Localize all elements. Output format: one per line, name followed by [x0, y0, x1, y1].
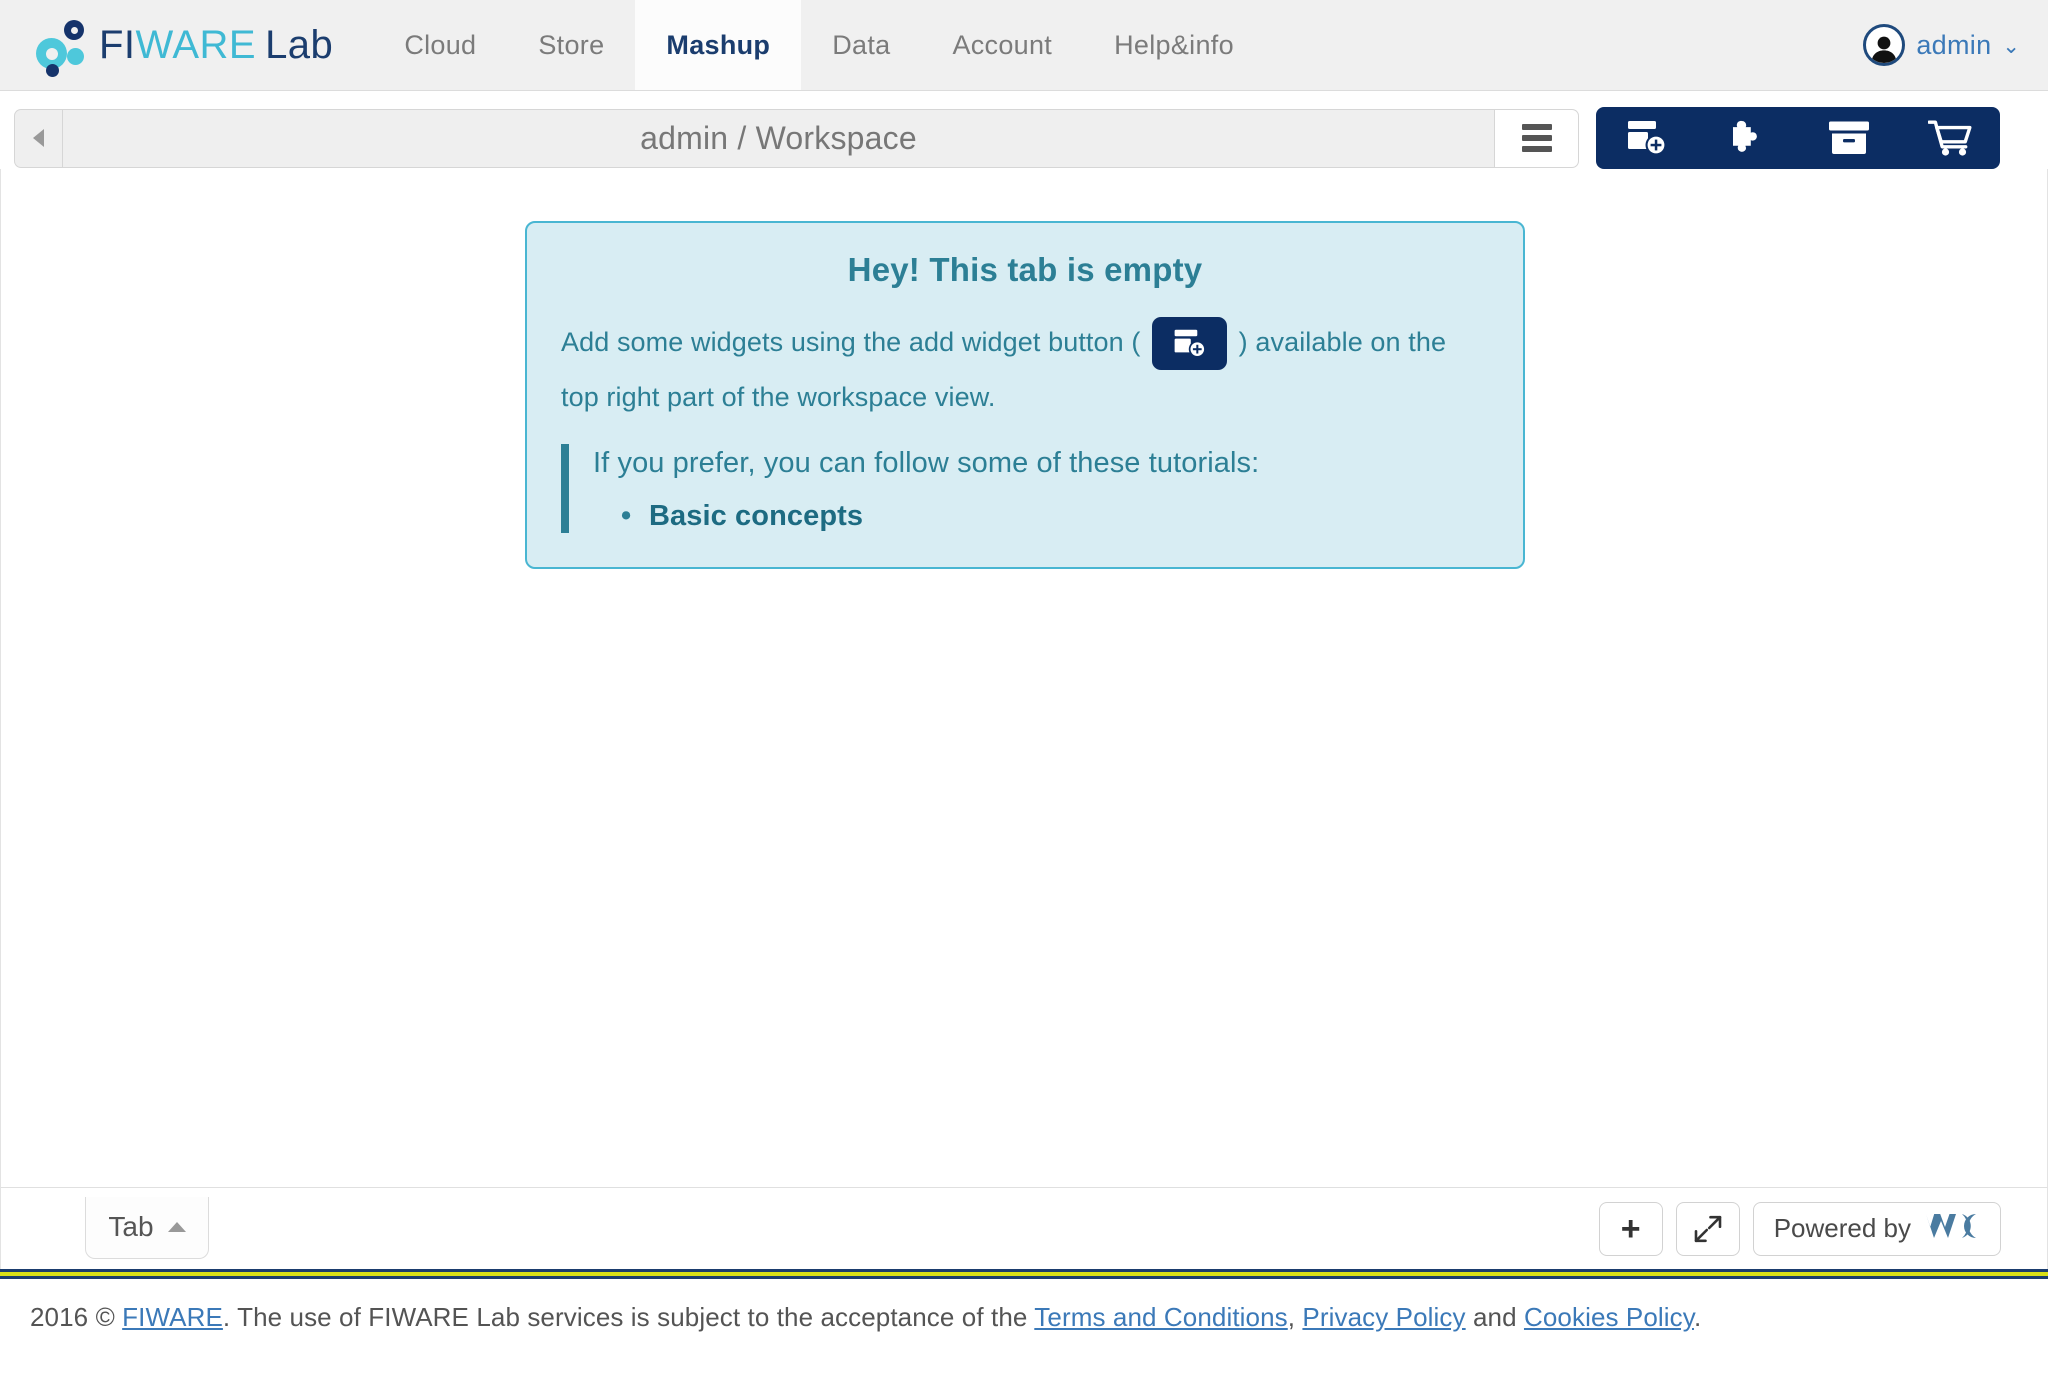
- tutorials-intro: If you prefer, you can follow some of th…: [593, 447, 1260, 480]
- hamburger-icon: [1521, 124, 1552, 152]
- shopping-cart-icon: [1927, 119, 1972, 157]
- stripe-navy-bottom: [0, 1276, 2048, 1279]
- brand-stripe: [0, 1269, 2048, 1279]
- triangle-up-icon: [167, 1222, 186, 1232]
- nav-item-store[interactable]: Store: [507, 0, 635, 90]
- tutorials-list: Basic concepts: [593, 500, 1489, 533]
- user-menu[interactable]: admin ⌄: [1843, 0, 2048, 90]
- fiware-logo-icon: [34, 17, 86, 77]
- brand-ware: WARE: [135, 22, 257, 67]
- fullscreen-button[interactable]: [1675, 1201, 1740, 1256]
- add-tab-button[interactable]: +: [1598, 1201, 1663, 1256]
- wirecloud-logo-icon: [1924, 1209, 1980, 1248]
- tab-bar: Tab + Powered by: [0, 1187, 2048, 1269]
- empty-tab-alert: Hey! This tab is empty Add some widgets …: [525, 221, 1525, 569]
- page-footer: 2016 © FIWARE. The use of FIWARE Lab ser…: [0, 1279, 2048, 1355]
- workspace-title-bar[interactable]: admin / Workspace: [62, 108, 1495, 168]
- wiring-button[interactable]: [1697, 107, 1798, 169]
- description-text-before: Add some widgets using the add widget bu…: [561, 327, 1149, 357]
- brand-lab: Lab: [265, 22, 334, 67]
- powered-by-label: Powered by: [1773, 1213, 1911, 1243]
- marketplace-button[interactable]: [1899, 107, 2000, 169]
- workspace-title: admin / Workspace: [640, 119, 917, 156]
- puzzle-piece-icon: [1728, 119, 1768, 157]
- chevron-double-down-icon: ⌄: [2002, 35, 2020, 58]
- top-navbar: FIWARE Lab Cloud Store Mashup Data Accoun…: [0, 0, 2048, 91]
- collapse-sidebar-button[interactable]: [14, 108, 62, 168]
- footer-mid-3: and: [1465, 1301, 1524, 1332]
- footer-mid-1: . The use of FIWARE Lab services is subj…: [222, 1301, 1035, 1332]
- footer-link-terms[interactable]: Terms and Conditions: [1034, 1302, 1287, 1332]
- empty-tab-title: Hey! This tab is empty: [847, 251, 1203, 288]
- workspace-canvas: Hey! This tab is empty Add some widgets …: [0, 169, 2048, 1187]
- nav-item-data[interactable]: Data: [801, 0, 921, 90]
- main-nav: Cloud Store Mashup Data Account Help&inf…: [373, 0, 1265, 90]
- add-widget-icon: [1173, 328, 1207, 359]
- footer-text: 2016 © FIWARE. The use of FIWARE Lab ser…: [30, 1302, 1701, 1333]
- footer-copyright: 2016 ©: [30, 1301, 123, 1332]
- add-widget-icon: [1626, 119, 1668, 157]
- expand-arrows-icon: [1693, 1214, 1723, 1244]
- list-item[interactable]: Basic concepts: [621, 500, 1489, 533]
- inline-add-widget-button[interactable]: [1152, 317, 1228, 371]
- avatar: [1863, 24, 1906, 66]
- add-widget-button[interactable]: [1596, 107, 1697, 169]
- triangle-left-icon: [33, 129, 44, 147]
- nav-item-mashup[interactable]: Mashup: [635, 0, 802, 90]
- footer-end: .: [1693, 1301, 1702, 1332]
- tab-chip[interactable]: Tab: [85, 1196, 209, 1259]
- powered-by-badge[interactable]: Powered by: [1752, 1201, 2001, 1256]
- plus-icon: +: [1620, 1209, 1641, 1248]
- user-name-label: admin: [1916, 29, 1992, 60]
- brand-wordmark: FIWARE Lab: [99, 23, 333, 68]
- footer-mid-2: ,: [1287, 1301, 1303, 1332]
- footer-link-cookies[interactable]: Cookies Policy: [1524, 1302, 1694, 1332]
- brand-logo[interactable]: FIWARE Lab: [0, 0, 355, 90]
- tab-chip-label: Tab: [108, 1211, 154, 1242]
- brand-fi: FI: [99, 22, 136, 67]
- nav-item-cloud[interactable]: Cloud: [373, 0, 507, 90]
- nav-item-helpinfo[interactable]: Help&info: [1083, 0, 1265, 90]
- tutorial-link-basic-concepts[interactable]: Basic concepts: [649, 500, 863, 532]
- empty-tab-description: Add some widgets using the add widget bu…: [561, 315, 1489, 424]
- workspace-menu-button[interactable]: [1495, 108, 1579, 168]
- archive-button[interactable]: [1798, 107, 1899, 169]
- footer-link-privacy[interactable]: Privacy Policy: [1302, 1302, 1465, 1332]
- workspace-action-bar: [1596, 107, 2000, 169]
- archive-box-icon: [1828, 120, 1870, 156]
- nav-item-account[interactable]: Account: [921, 0, 1083, 90]
- tutorials-blockquote: If you prefer, you can follow some of th…: [561, 444, 1489, 533]
- workspace-toolbar: admin / Workspace: [0, 91, 2048, 169]
- footer-link-fiware[interactable]: FIWARE: [122, 1302, 223, 1332]
- tab-bar-controls: + Powered by: [1598, 1201, 2001, 1256]
